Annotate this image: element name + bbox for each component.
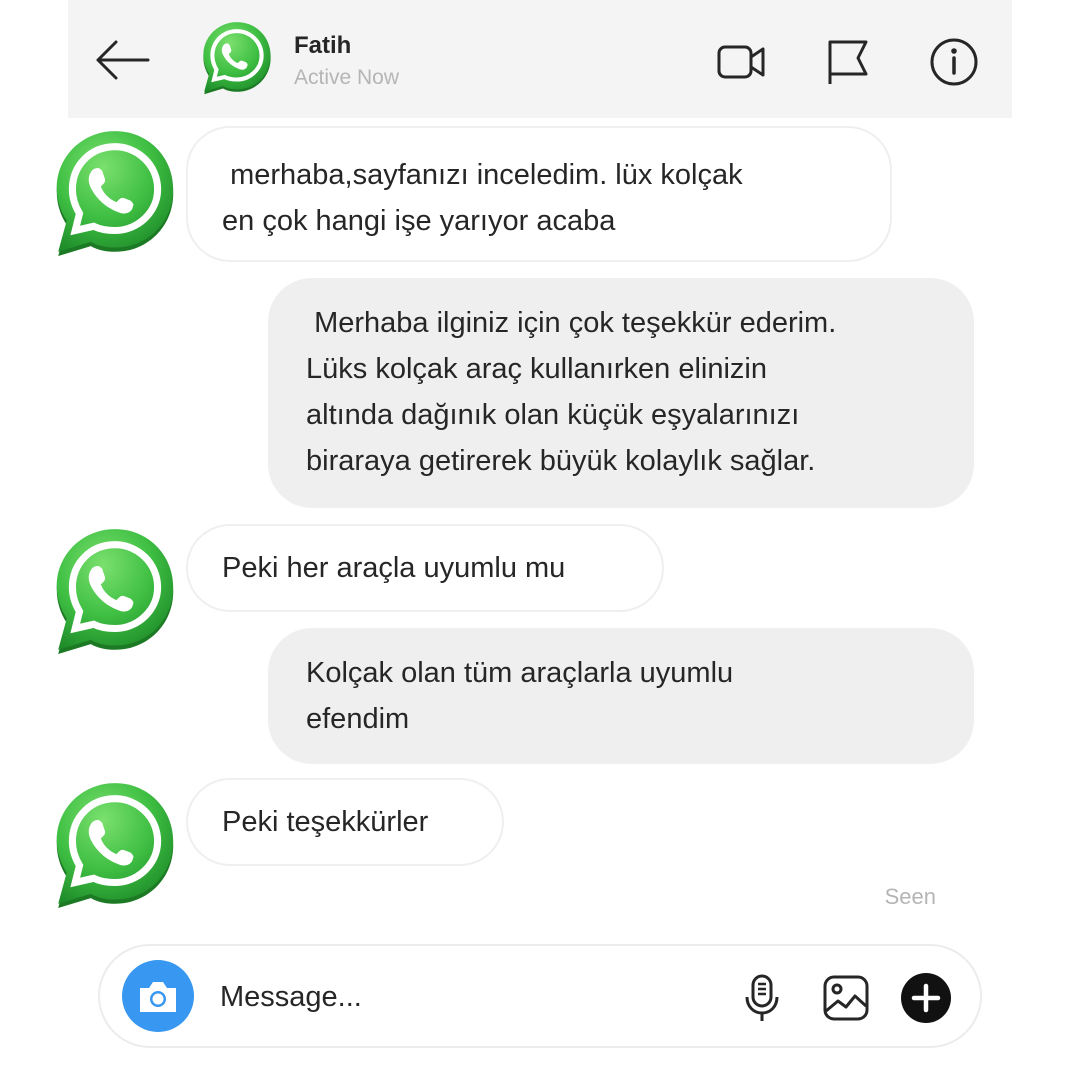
message-text: Peki teşekkürler — [222, 806, 429, 838]
whatsapp-icon[interactable] — [44, 522, 186, 664]
incoming-message-bubble: merhaba,sayfanızı inceledim. lüx kolçak … — [186, 126, 892, 262]
active-status: Active Now — [294, 66, 400, 89]
message-text: Peki her araçla uyumlu mu — [222, 552, 566, 584]
gallery-icon[interactable] — [820, 972, 872, 1024]
seen-indicator: Seen — [884, 884, 936, 909]
whatsapp-icon[interactable] — [44, 124, 186, 266]
back-arrow-icon[interactable] — [90, 34, 156, 86]
message-text: merhaba,sayfanızı inceledim. lüx kolçak … — [222, 159, 743, 237]
incoming-message-bubble: Peki teşekkürler — [186, 778, 504, 866]
message-text: Merhaba ilginiz için çok teşekkür ederim… — [306, 307, 837, 477]
info-icon[interactable] — [928, 36, 980, 88]
message-text: Kolçak olan tüm araçlarla uyumlu efendim — [306, 657, 734, 735]
camera-button[interactable] — [122, 960, 194, 1032]
chat-header: Fatih Active Now — [68, 0, 1012, 118]
plus-icon[interactable] — [900, 972, 952, 1024]
message-input[interactable] — [218, 968, 702, 1026]
message-composer — [98, 944, 982, 1048]
contact-name[interactable]: Fatih — [294, 32, 351, 60]
video-camera-icon[interactable] — [716, 36, 768, 88]
incoming-message-bubble: Peki her araçla uyumlu mu — [186, 524, 664, 612]
camera-icon — [140, 982, 176, 1012]
flag-icon[interactable] — [822, 36, 874, 88]
whatsapp-icon[interactable] — [196, 18, 278, 100]
microphone-icon[interactable] — [736, 972, 788, 1024]
whatsapp-icon[interactable] — [44, 776, 186, 918]
outgoing-message-bubble: Merhaba ilginiz için çok teşekkür ederim… — [268, 278, 974, 508]
outgoing-message-bubble: Kolçak olan tüm araçlarla uyumlu efendim — [268, 628, 974, 764]
